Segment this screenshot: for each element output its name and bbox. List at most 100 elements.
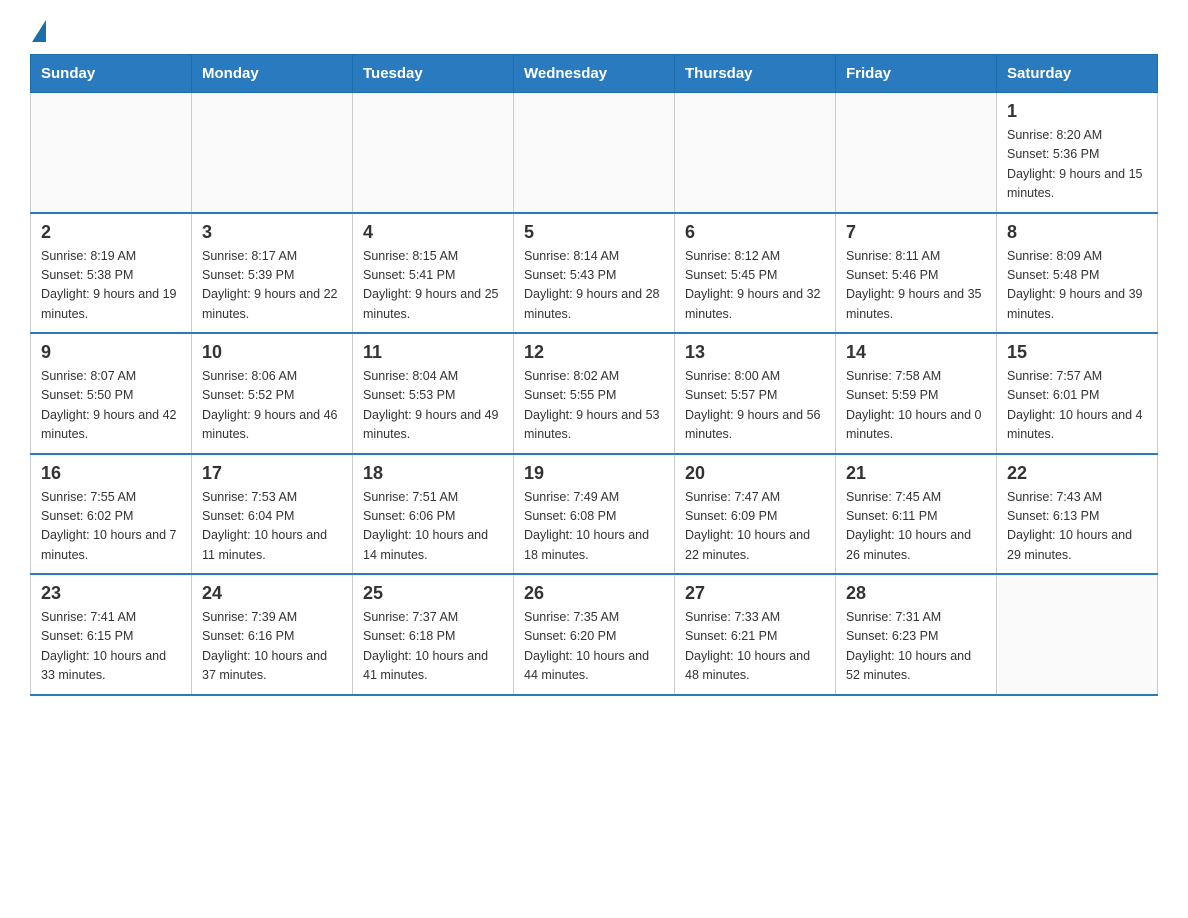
day-number: 7 (846, 222, 986, 243)
day-info: Sunrise: 8:20 AM Sunset: 5:36 PM Dayligh… (1007, 126, 1147, 204)
page-header (30, 20, 1158, 34)
day-info: Sunrise: 8:14 AM Sunset: 5:43 PM Dayligh… (524, 247, 664, 325)
day-number: 17 (202, 463, 342, 484)
day-number: 8 (1007, 222, 1147, 243)
day-info: Sunrise: 7:49 AM Sunset: 6:08 PM Dayligh… (524, 488, 664, 566)
calendar-cell: 28 Sunrise: 7:31 AM Sunset: 6:23 PM Dayli… (836, 574, 997, 695)
calendar-week-4: 16Sunrise: 7:55 AM Sunset: 6:02 PM Dayli… (31, 454, 1158, 575)
calendar-week-2: 2 Sunrise: 8:19 AM Sunset: 5:38 PM Daylig… (31, 213, 1158, 334)
calendar-cell (353, 93, 514, 213)
calendar-cell (192, 93, 353, 213)
calendar-cell: 13 Sunrise: 8:00 AM Sunset: 5:57 PM Dayli… (675, 333, 836, 454)
weekday-header-monday: Monday (192, 55, 353, 93)
day-number: 13 (685, 342, 825, 363)
day-number: 11 (363, 342, 503, 363)
day-number: 4 (363, 222, 503, 243)
day-info: Sunrise: 8:12 AM Sunset: 5:45 PM Dayligh… (685, 247, 825, 325)
calendar-cell: 17 Sunrise: 7:53 AM Sunset: 6:04 PM Dayli… (192, 454, 353, 575)
calendar-cell (31, 93, 192, 213)
calendar-cell: 24Sunrise: 7:39 AM Sunset: 6:16 PM Dayli… (192, 574, 353, 695)
day-number: 14 (846, 342, 986, 363)
calendar-cell (675, 93, 836, 213)
day-info: Sunrise: 7:37 AM Sunset: 6:18 PM Dayligh… (363, 608, 503, 686)
day-number: 2 (41, 222, 181, 243)
day-info: Sunrise: 8:17 AM Sunset: 5:39 PM Dayligh… (202, 247, 342, 325)
day-info: Sunrise: 8:09 AM Sunset: 5:48 PM Dayligh… (1007, 247, 1147, 325)
calendar-cell: 7 Sunrise: 8:11 AM Sunset: 5:46 PM Daylig… (836, 213, 997, 334)
calendar-cell: 19 Sunrise: 7:49 AM Sunset: 6:08 PM Dayli… (514, 454, 675, 575)
day-number: 25 (363, 583, 503, 604)
day-number: 28 (846, 583, 986, 604)
weekday-header-tuesday: Tuesday (353, 55, 514, 93)
weekday-header-saturday: Saturday (997, 55, 1158, 93)
calendar-cell: 14 Sunrise: 7:58 AM Sunset: 5:59 PM Dayli… (836, 333, 997, 454)
calendar-table: SundayMondayTuesdayWednesdayThursdayFrid… (30, 54, 1158, 696)
day-number: 6 (685, 222, 825, 243)
calendar-header: SundayMondayTuesdayWednesdayThursdayFrid… (31, 55, 1158, 93)
weekday-header-sunday: Sunday (31, 55, 192, 93)
calendar-cell (997, 574, 1158, 695)
day-number: 26 (524, 583, 664, 604)
day-number: 19 (524, 463, 664, 484)
day-info: Sunrise: 7:57 AM Sunset: 6:01 PM Dayligh… (1007, 367, 1147, 445)
calendar-cell: 2 Sunrise: 8:19 AM Sunset: 5:38 PM Daylig… (31, 213, 192, 334)
calendar-week-1: 1 Sunrise: 8:20 AM Sunset: 5:36 PM Daylig… (31, 93, 1158, 213)
day-number: 27 (685, 583, 825, 604)
calendar-cell: 23 Sunrise: 7:41 AM Sunset: 6:15 PM Dayli… (31, 574, 192, 695)
day-number: 21 (846, 463, 986, 484)
calendar-cell: 25 Sunrise: 7:37 AM Sunset: 6:18 PM Dayli… (353, 574, 514, 695)
day-number: 18 (363, 463, 503, 484)
calendar-cell: 9Sunrise: 8:07 AM Sunset: 5:50 PM Daylig… (31, 333, 192, 454)
day-info: Sunrise: 7:45 AM Sunset: 6:11 PM Dayligh… (846, 488, 986, 566)
day-info: Sunrise: 8:07 AM Sunset: 5:50 PM Dayligh… (41, 367, 181, 445)
day-info: Sunrise: 8:19 AM Sunset: 5:38 PM Dayligh… (41, 247, 181, 325)
logo (30, 20, 46, 34)
day-info: Sunrise: 7:58 AM Sunset: 5:59 PM Dayligh… (846, 367, 986, 445)
calendar-cell: 8 Sunrise: 8:09 AM Sunset: 5:48 PM Daylig… (997, 213, 1158, 334)
day-info: Sunrise: 8:11 AM Sunset: 5:46 PM Dayligh… (846, 247, 986, 325)
calendar-cell: 26 Sunrise: 7:35 AM Sunset: 6:20 PM Dayli… (514, 574, 675, 695)
day-info: Sunrise: 8:15 AM Sunset: 5:41 PM Dayligh… (363, 247, 503, 325)
calendar-cell: 21 Sunrise: 7:45 AM Sunset: 6:11 PM Dayli… (836, 454, 997, 575)
day-number: 15 (1007, 342, 1147, 363)
day-info: Sunrise: 8:06 AM Sunset: 5:52 PM Dayligh… (202, 367, 342, 445)
calendar-cell (514, 93, 675, 213)
day-number: 22 (1007, 463, 1147, 484)
calendar-cell: 20Sunrise: 7:47 AM Sunset: 6:09 PM Dayli… (675, 454, 836, 575)
day-info: Sunrise: 7:33 AM Sunset: 6:21 PM Dayligh… (685, 608, 825, 686)
day-info: Sunrise: 7:41 AM Sunset: 6:15 PM Dayligh… (41, 608, 181, 686)
calendar-week-3: 9Sunrise: 8:07 AM Sunset: 5:50 PM Daylig… (31, 333, 1158, 454)
day-info: Sunrise: 8:04 AM Sunset: 5:53 PM Dayligh… (363, 367, 503, 445)
day-info: Sunrise: 7:31 AM Sunset: 6:23 PM Dayligh… (846, 608, 986, 686)
calendar-cell: 15 Sunrise: 7:57 AM Sunset: 6:01 PM Dayli… (997, 333, 1158, 454)
calendar-cell: 10 Sunrise: 8:06 AM Sunset: 5:52 PM Dayli… (192, 333, 353, 454)
day-number: 1 (1007, 101, 1147, 122)
calendar-cell: 5 Sunrise: 8:14 AM Sunset: 5:43 PM Daylig… (514, 213, 675, 334)
day-number: 23 (41, 583, 181, 604)
calendar-cell: 4 Sunrise: 8:15 AM Sunset: 5:41 PM Daylig… (353, 213, 514, 334)
calendar-cell: 3 Sunrise: 8:17 AM Sunset: 5:39 PM Daylig… (192, 213, 353, 334)
calendar-cell: 16Sunrise: 7:55 AM Sunset: 6:02 PM Dayli… (31, 454, 192, 575)
calendar-week-5: 23 Sunrise: 7:41 AM Sunset: 6:15 PM Dayli… (31, 574, 1158, 695)
day-number: 16 (41, 463, 181, 484)
calendar-cell: 12 Sunrise: 8:02 AM Sunset: 5:55 PM Dayli… (514, 333, 675, 454)
day-info: Sunrise: 7:53 AM Sunset: 6:04 PM Dayligh… (202, 488, 342, 566)
logo-lockup (30, 20, 46, 34)
day-number: 10 (202, 342, 342, 363)
weekday-header-thursday: Thursday (675, 55, 836, 93)
day-info: Sunrise: 7:43 AM Sunset: 6:13 PM Dayligh… (1007, 488, 1147, 566)
day-number: 3 (202, 222, 342, 243)
day-number: 24 (202, 583, 342, 604)
calendar-body: 1 Sunrise: 8:20 AM Sunset: 5:36 PM Daylig… (31, 93, 1158, 695)
calendar-cell: 1 Sunrise: 8:20 AM Sunset: 5:36 PM Daylig… (997, 93, 1158, 213)
day-info: Sunrise: 8:00 AM Sunset: 5:57 PM Dayligh… (685, 367, 825, 445)
day-info: Sunrise: 7:35 AM Sunset: 6:20 PM Dayligh… (524, 608, 664, 686)
day-info: Sunrise: 8:02 AM Sunset: 5:55 PM Dayligh… (524, 367, 664, 445)
day-number: 5 (524, 222, 664, 243)
calendar-cell: 11 Sunrise: 8:04 AM Sunset: 5:53 PM Dayli… (353, 333, 514, 454)
calendar-cell: 18 Sunrise: 7:51 AM Sunset: 6:06 PM Dayli… (353, 454, 514, 575)
day-number: 12 (524, 342, 664, 363)
day-info: Sunrise: 7:51 AM Sunset: 6:06 PM Dayligh… (363, 488, 503, 566)
calendar-cell: 6 Sunrise: 8:12 AM Sunset: 5:45 PM Daylig… (675, 213, 836, 334)
weekday-header-row: SundayMondayTuesdayWednesdayThursdayFrid… (31, 55, 1158, 93)
